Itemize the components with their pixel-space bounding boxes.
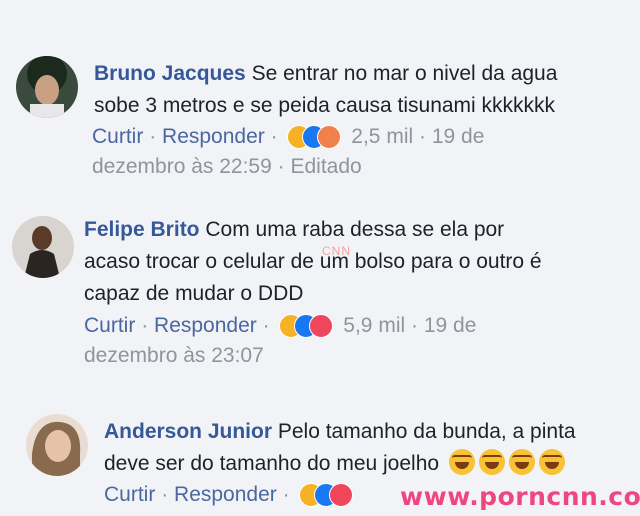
comment-text: Pelo tamanho da bunda, a pinta [277,420,576,443]
edited-label[interactable]: Editado [290,155,361,178]
timestamp[interactable]: dezembro às 23:07 [84,344,264,367]
timestamp[interactable]: 19 de [424,314,477,337]
author-name[interactable]: Felipe Brito [84,218,200,241]
timestamp[interactable]: dezembro às 22:59 [92,155,272,178]
reaction-count[interactable]: 5,9 mil [343,314,405,337]
reactions-summary[interactable] [279,313,335,339]
avatar[interactable] [12,216,74,278]
comment-text: deve ser do tamanho do meu joelho [104,452,440,475]
tears-of-joy-icon [478,449,505,475]
reply-link[interactable]: Responder [162,125,265,148]
comment-text: Com uma raba dessa se ela por [205,218,505,241]
avatar[interactable] [16,56,78,118]
comment-text: acaso trocar o celular de um bolso para … [84,250,542,273]
avatar[interactable] [26,414,88,476]
love-icon [309,314,334,339]
avatar-photo-icon [16,56,78,118]
reactions-summary[interactable] [299,482,355,508]
author-name[interactable]: Bruno Jacques [94,62,246,85]
reaction-count[interactable]: 2,5 mil [351,125,413,148]
reply-link[interactable]: Responder [154,314,257,337]
angry-icon [317,125,342,150]
tears-of-joy-icon [538,449,565,475]
like-link[interactable]: Curtir [104,483,155,506]
avatar-photo-icon [26,414,88,476]
comment-text: Se entrar no mar o nivel da agua [251,62,558,85]
tears-of-joy-icon [508,449,535,475]
timestamp[interactable]: 19 de [432,125,485,148]
watermark-small: CNN [322,244,351,258]
love-icon [329,483,354,508]
reactions-summary[interactable] [287,124,343,150]
like-link[interactable]: Curtir [84,314,135,337]
avatar-photo-icon [12,216,74,278]
comment-text: sobe 3 metros e se peida causa tisunami … [94,94,556,117]
tears-of-joy-icon [448,449,475,475]
reply-link[interactable]: Responder [174,483,277,506]
author-name[interactable]: Anderson Junior [104,420,272,443]
comment-text: capaz de mudar o DDD [84,282,304,305]
watermark: www.porncnn.com [400,482,640,511]
like-link[interactable]: Curtir [92,125,143,148]
